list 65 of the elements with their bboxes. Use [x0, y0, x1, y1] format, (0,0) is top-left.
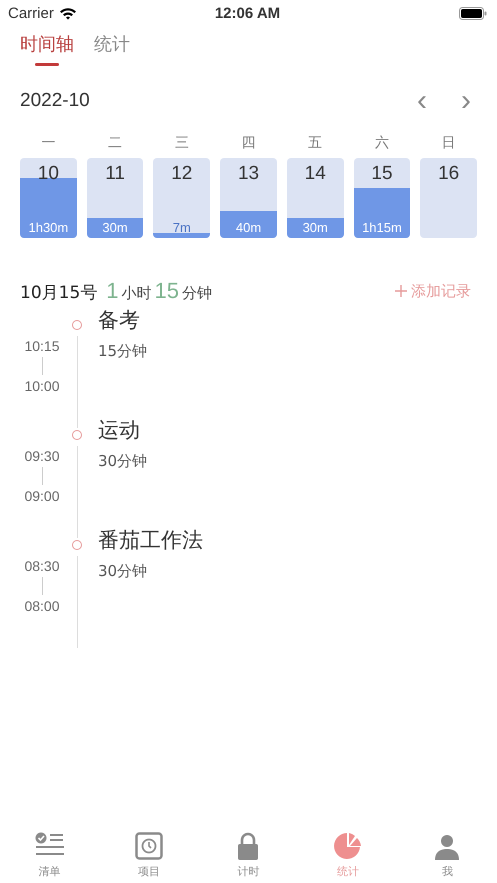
start-time: 10:00	[24, 378, 60, 394]
day-number: 16	[438, 164, 460, 185]
entry-title: 运动	[98, 417, 141, 444]
duration-label: 7m	[172, 220, 191, 235]
entry-duration: 30分钟	[98, 452, 148, 471]
nav-tab[interactable]: 项目	[119, 823, 180, 879]
end-time: 09:30	[24, 448, 60, 464]
carrier-label: Carrier	[8, 4, 54, 22]
day-number: 12	[171, 164, 192, 185]
battery-icon	[459, 6, 487, 20]
day-number: 11	[105, 164, 125, 185]
day-number: 15	[371, 164, 393, 185]
clock-time: 12:06 AM	[214, 4, 280, 22]
day-card[interactable]: 14 30m	[286, 158, 344, 238]
day-card[interactable]: 15 1h15m	[354, 158, 410, 238]
pie-chart-icon	[334, 832, 362, 860]
weekday-label: 四	[242, 134, 256, 152]
day-card[interactable]: 12 7m	[153, 158, 210, 238]
wifi-icon	[58, 6, 77, 20]
next-button[interactable]: ›	[455, 86, 477, 116]
day-card[interactable]: 16	[420, 158, 478, 238]
entry-duration: 15分钟	[98, 342, 148, 361]
weekday-label: 三	[174, 134, 189, 152]
weekday-label: 一	[41, 134, 56, 152]
entry-duration: 30分钟	[98, 562, 148, 581]
minutes-unit: 分钟	[182, 284, 212, 303]
duration-label: 1h30m	[28, 220, 68, 235]
previous-button[interactable]: ‹	[411, 86, 433, 116]
add-record-button[interactable]: 添加记录	[389, 280, 477, 302]
entry-title: 备考	[98, 307, 141, 334]
start-time: 09:00	[24, 488, 60, 504]
weekday-label: 六	[374, 134, 389, 152]
end-time: 08:30	[24, 558, 60, 574]
hours-value: 1	[106, 278, 119, 304]
nav-tab[interactable]: 计时	[218, 823, 278, 879]
weekday-label: 二	[108, 134, 122, 152]
tab[interactable]: 时间轴	[20, 30, 74, 66]
nav-tab[interactable]: 我	[417, 823, 478, 879]
duration-label: 30m	[102, 220, 128, 235]
entry-title: 番茄工作法	[98, 527, 203, 554]
day-card[interactable]: 11 30m	[86, 158, 144, 238]
minutes-value: 15	[154, 278, 179, 304]
timeline-dot	[72, 320, 82, 330]
end-time: 10:15	[24, 338, 60, 354]
weekday-label: 五	[308, 134, 322, 152]
person-icon	[434, 834, 460, 860]
start-time: 08:00	[24, 598, 60, 614]
weekday-label: 日	[442, 134, 456, 152]
day-number: 14	[304, 164, 326, 185]
day-number: 13	[238, 164, 260, 185]
timeline-dot	[72, 430, 82, 440]
day-card[interactable]: 13 40m	[220, 158, 277, 238]
month-title: 2022-10	[20, 90, 90, 112]
timer-icon	[135, 832, 164, 860]
plus-icon	[395, 285, 407, 297]
selected-date: 10月15号	[20, 282, 98, 304]
duration-label: 1h15m	[362, 220, 402, 235]
lock-icon	[237, 832, 260, 860]
nav-tab[interactable]: 统计	[318, 823, 378, 879]
nav-tab[interactable]: 清单	[20, 823, 80, 879]
timeline-dot	[72, 540, 82, 550]
hours-unit: 小时	[122, 284, 152, 303]
tab[interactable]: 统计	[94, 30, 130, 66]
duration-label: 30m	[302, 220, 328, 235]
duration-label: 40m	[236, 220, 262, 235]
